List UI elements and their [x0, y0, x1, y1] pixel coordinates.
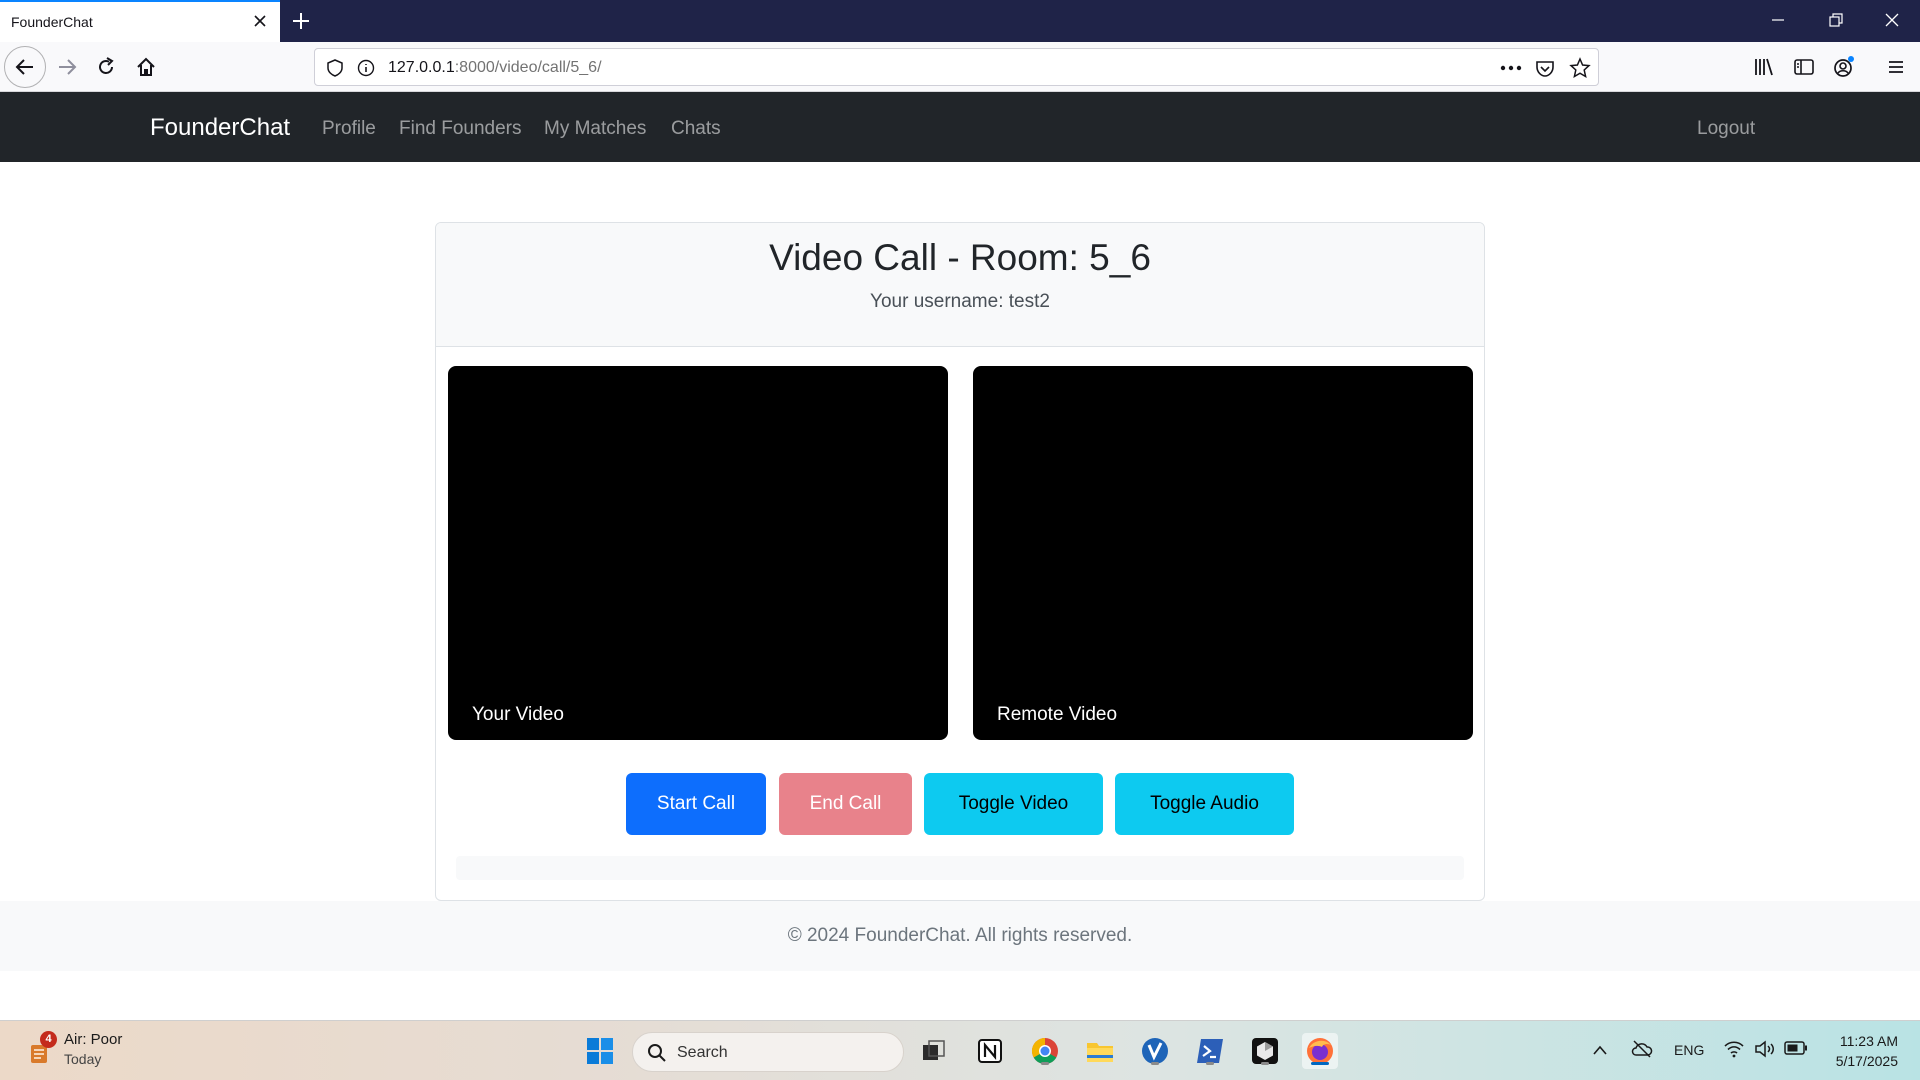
account-icon [1834, 56, 1854, 77]
weather-sub-text: Today [64, 1051, 102, 1067]
folder-icon [1087, 1043, 1113, 1062]
active-indicator [1311, 1062, 1329, 1065]
url-text[interactable]: 127.0.0.1:8000/video/call/5_6/ [388, 59, 602, 77]
footer-copyright: © 2024 FounderChat. All rights reserved. [787, 925, 1133, 946]
end-call-button[interactable]: End Call [779, 773, 912, 835]
pocket-icon[interactable] [1535, 58, 1555, 78]
cursor-glyph-icon [1252, 1038, 1278, 1064]
reload-button[interactable] [91, 52, 121, 82]
local-video: Your Video [448, 366, 948, 740]
firefox-icon[interactable] [1302, 1033, 1338, 1069]
bookmark-star-icon[interactable] [1569, 57, 1591, 79]
close-tab-icon[interactable] [252, 13, 268, 29]
card-header: Video Call - Room: 5_6 Your username: te… [436, 223, 1484, 347]
toggle-audio-button[interactable]: Toggle Audio [1115, 773, 1294, 835]
nav-link-chats[interactable]: Chats [671, 118, 721, 140]
video-call-card: Video Call - Room: 5_6 Your username: te… [435, 222, 1485, 901]
start-call-button[interactable]: Start Call [626, 773, 766, 835]
arrow-right-icon [59, 59, 77, 75]
toggle-video-button[interactable]: Toggle Video [924, 773, 1103, 835]
windows-logo-icon [587, 1038, 613, 1064]
sidebar-icon [1794, 59, 1814, 75]
weather-widget[interactable]: 4 Air: Poor Today [24, 1031, 184, 1075]
browser-tab[interactable]: FounderChat [0, 0, 280, 42]
chevron-up-icon[interactable] [1592, 1044, 1608, 1056]
weather-main-text: Air: Poor [64, 1031, 123, 1048]
home-icon [137, 57, 155, 76]
running-indicator [1206, 1062, 1214, 1065]
task-view-glyph-icon [923, 1040, 945, 1060]
clock-date: 5/17/2025 [1835, 1053, 1898, 1069]
cursor-icon[interactable] [1247, 1033, 1283, 1069]
nav-link-profile[interactable]: Profile [322, 118, 376, 140]
remote-video-label: Remote Video [997, 704, 1118, 725]
terminal-icon [1197, 1039, 1223, 1063]
menu-button[interactable] [1881, 52, 1911, 82]
hamburger-menu-icon [1889, 61, 1903, 73]
close-window-icon[interactable] [1882, 10, 1902, 30]
chrome-icon[interactable] [1027, 1033, 1063, 1069]
page-title: Video Call - Room: 5_6 [769, 237, 1151, 278]
nav-link-find-founders[interactable]: Find Founders [399, 118, 522, 140]
back-button[interactable] [4, 46, 46, 88]
remote-video: Remote Video [973, 366, 1473, 740]
tab-title: FounderChat [11, 14, 93, 30]
wifi-icon[interactable] [1724, 1040, 1744, 1058]
weather-badge: 4 [40, 1031, 57, 1048]
clock-time: 11:23 AM [1839, 1033, 1898, 1049]
more-actions-icon[interactable] [1500, 65, 1522, 71]
powershell-icon[interactable] [1192, 1033, 1228, 1069]
nav-link-my-matches[interactable]: My Matches [544, 118, 646, 140]
sidebar-button[interactable] [1789, 52, 1819, 82]
forward-button[interactable] [52, 52, 82, 82]
shield-icon[interactable] [327, 59, 343, 77]
url-host: 127.0.0.1 [388, 59, 455, 76]
os-taskbar: 4 Air: Poor Today Search ENG 11:23 AM 5/… [0, 1020, 1920, 1080]
running-indicator [1041, 1062, 1049, 1065]
address-bar[interactable]: 127.0.0.1:8000/video/call/5_6/ [314, 48, 1599, 86]
browser-toolbar: 127.0.0.1:8000/video/call/5_6/ [0, 42, 1920, 92]
minimize-icon[interactable] [1768, 10, 1788, 30]
running-indicator [1151, 1062, 1159, 1065]
taskbar-search[interactable]: Search [632, 1032, 904, 1072]
home-button[interactable] [131, 52, 161, 82]
language-indicator[interactable]: ENG [1674, 1042, 1704, 1058]
battery-icon[interactable] [1784, 1041, 1808, 1055]
brand-logo[interactable]: FounderChat [150, 114, 290, 142]
username-text: Your username: test2 [870, 291, 1050, 312]
info-icon[interactable] [357, 59, 375, 77]
account-button[interactable] [1829, 52, 1859, 82]
start-button[interactable] [582, 1033, 618, 1069]
search-label: Search [677, 1044, 728, 1061]
notion-icon[interactable] [972, 1033, 1008, 1069]
url-path: :8000/video/call/5_6/ [454, 59, 602, 76]
library-icon [1755, 58, 1773, 76]
arrow-left-icon [15, 59, 33, 75]
reload-icon [99, 57, 114, 74]
local-video-label: Your Video [472, 704, 564, 725]
site-footer: © 2024 FounderChat. All rights reserved. [0, 901, 1920, 971]
volume-icon[interactable] [1754, 1040, 1776, 1058]
site-navbar: FounderChat Profile Find Founders My Mat… [0, 92, 1920, 162]
task-view-icon[interactable] [916, 1033, 952, 1069]
vscode-like-icon[interactable] [1137, 1033, 1173, 1069]
file-explorer-icon[interactable] [1082, 1033, 1118, 1069]
restore-icon[interactable] [1826, 10, 1846, 30]
running-indicator [1261, 1062, 1269, 1065]
new-tab-icon[interactable] [290, 10, 312, 32]
search-icon [648, 1044, 666, 1062]
clock[interactable]: 11:23 AM 5/17/2025 [1836, 1031, 1898, 1071]
onedrive-offline-icon[interactable] [1631, 1039, 1653, 1059]
notion-glyph-icon [978, 1039, 1002, 1063]
logout-link[interactable]: Logout [1697, 118, 1755, 140]
library-button[interactable] [1749, 52, 1779, 82]
browser-tab-bar: FounderChat [0, 0, 1920, 42]
status-area [456, 856, 1464, 880]
